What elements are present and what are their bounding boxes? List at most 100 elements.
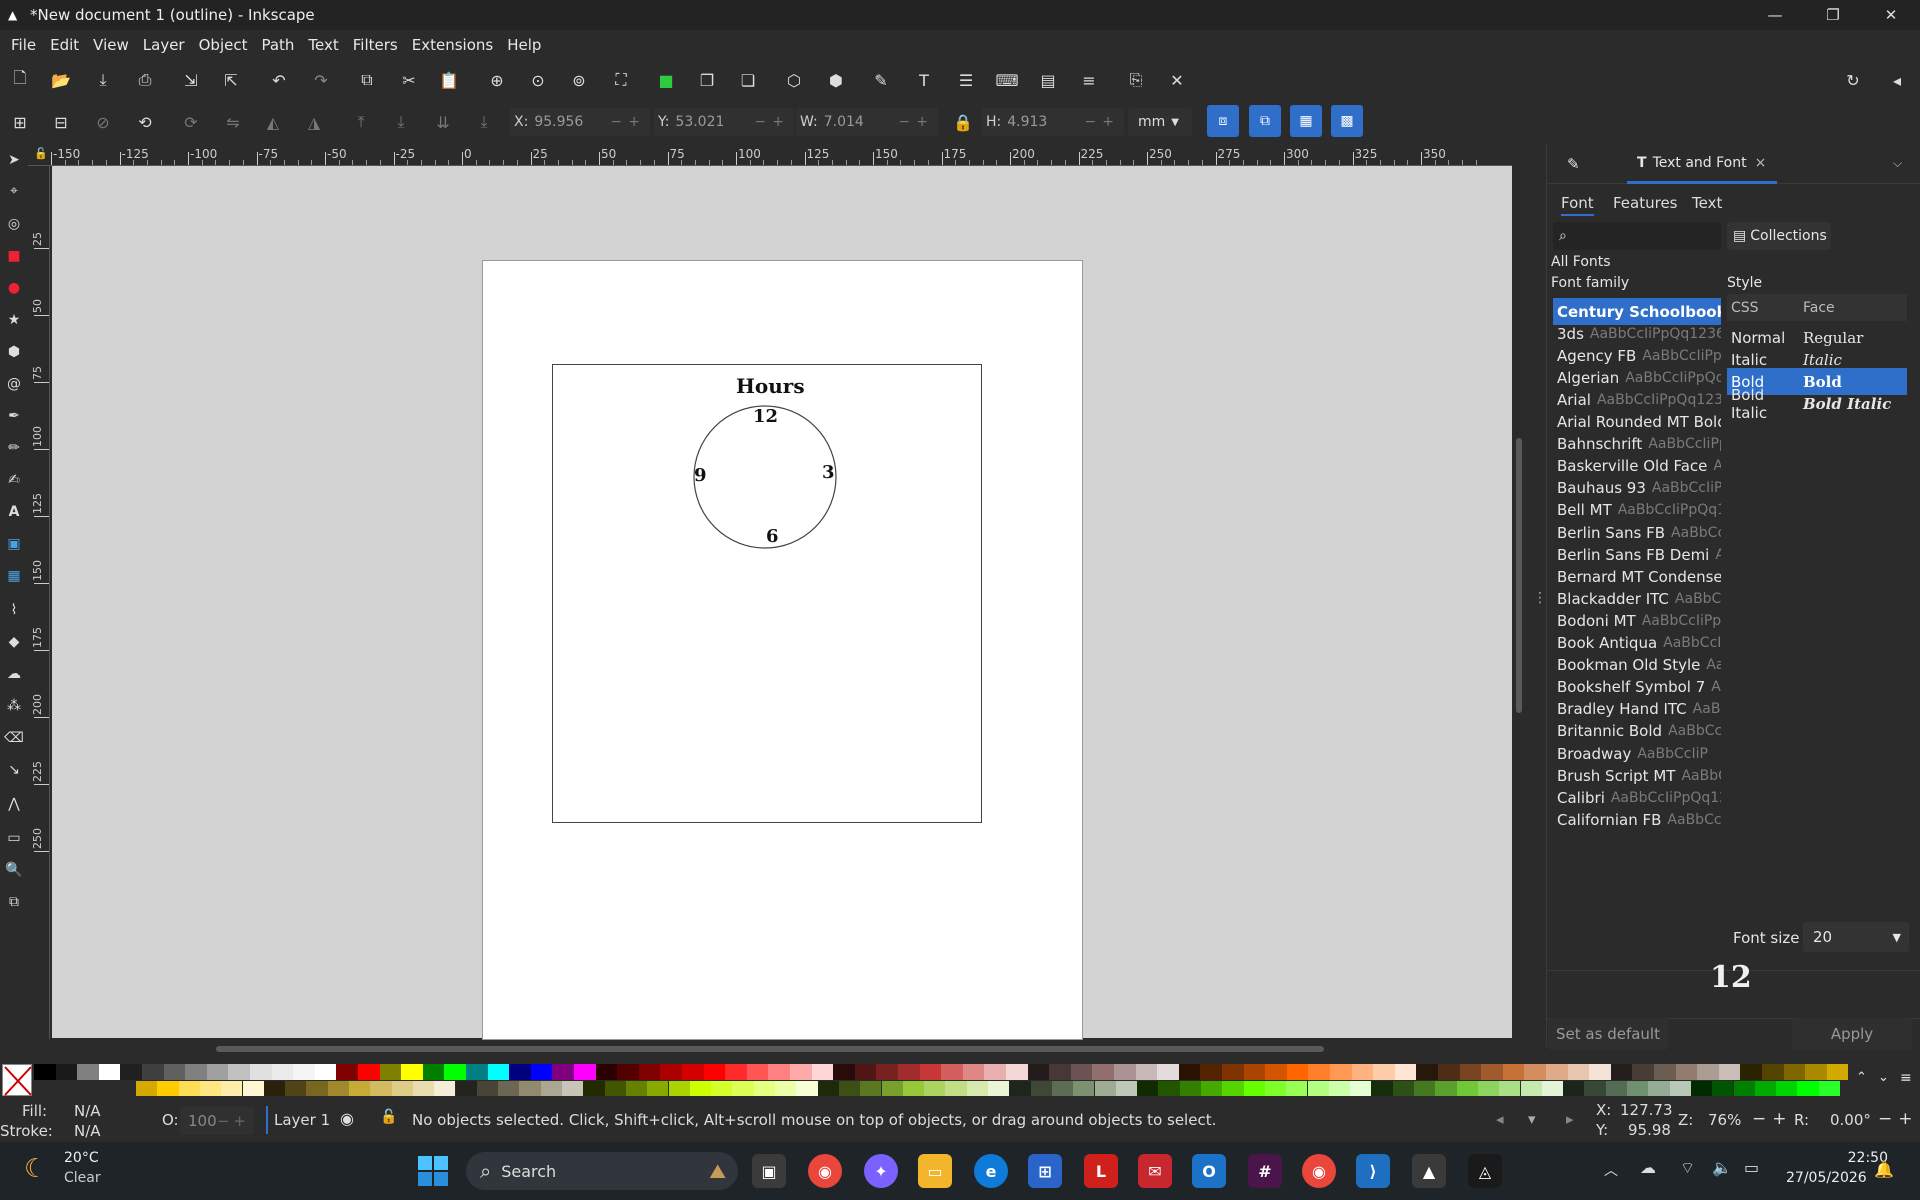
color-swatch[interactable]: [1286, 1081, 1308, 1096]
mesh-tool-icon[interactable]: ▦: [4, 566, 24, 586]
no-paint-swatch[interactable]: [2, 1064, 32, 1096]
flip-horizontal-icon[interactable]: ⇋: [222, 111, 244, 133]
clone-icon[interactable]: ❐: [696, 69, 718, 91]
color-swatch[interactable]: [349, 1081, 371, 1096]
color-swatch[interactable]: [668, 1081, 690, 1096]
fill-stroke-tab-icon[interactable]: ✎: [1567, 155, 1580, 173]
zoom-value[interactable]: 76%: [1708, 1111, 1741, 1129]
battery-icon[interactable]: ▭: [1744, 1158, 1759, 1177]
color-swatch[interactable]: [898, 1064, 920, 1080]
raise-icon[interactable]: ⤒: [350, 111, 372, 133]
color-swatch[interactable]: [962, 1064, 985, 1080]
volume-icon[interactable]: 🔈: [1712, 1158, 1732, 1177]
color-swatch[interactable]: [157, 1081, 179, 1096]
opacity-stepper-icon[interactable]: −+: [217, 1112, 250, 1130]
color-swatch[interactable]: [988, 1081, 1010, 1096]
menu-edit[interactable]: Edit: [43, 36, 86, 54]
vertical-ruler[interactable]: 25 50 75 100 125 150 175 200 225 250: [28, 166, 50, 1039]
color-swatch[interactable]: [1589, 1064, 1611, 1080]
menu-layer[interactable]: Layer: [136, 36, 192, 54]
tab-text-and-font[interactable]: T Text and Font ×: [1627, 144, 1777, 184]
color-swatch[interactable]: [1222, 1081, 1244, 1096]
color-swatch[interactable]: [1456, 1081, 1478, 1096]
color-swatch[interactable]: [476, 1081, 499, 1096]
color-swatch[interactable]: [775, 1081, 797, 1096]
taskbar-search-box[interactable]: ⌕ Search ⛰: [466, 1152, 738, 1190]
fill-value[interactable]: N/A: [74, 1102, 101, 1120]
color-swatch[interactable]: [1222, 1064, 1244, 1080]
font-size-select[interactable]: 20 ▼: [1803, 922, 1909, 952]
color-swatch[interactable]: [1502, 1064, 1525, 1080]
lower-icon[interactable]: ⤓: [390, 111, 412, 133]
color-swatch[interactable]: [790, 1064, 812, 1080]
select-all-layers-icon[interactable]: ⊟: [50, 111, 72, 133]
xml-editor-icon[interactable]: ⌨: [995, 69, 1018, 91]
color-swatch[interactable]: [1524, 1064, 1546, 1080]
color-swatch[interactable]: [1094, 1081, 1116, 1096]
vscode-icon[interactable]: ⟩: [1356, 1154, 1390, 1188]
color-swatch[interactable]: [142, 1064, 164, 1080]
color-swatch[interactable]: [617, 1064, 639, 1080]
ungroup-icon[interactable]: ⬢: [825, 69, 847, 91]
color-swatch[interactable]: [1669, 1081, 1691, 1096]
height-field[interactable]: H: 4.913 −+: [982, 108, 1124, 136]
group-icon[interactable]: ⬡: [783, 69, 805, 91]
slack-icon[interactable]: #: [1248, 1154, 1282, 1188]
color-swatch[interactable]: [1435, 1081, 1457, 1096]
clock-number-6[interactable]: 6: [766, 526, 779, 547]
color-swatch[interactable]: [854, 1064, 877, 1080]
color-swatch[interactable]: [271, 1064, 294, 1080]
color-swatch[interactable]: [509, 1064, 531, 1080]
color-swatch[interactable]: [178, 1081, 200, 1096]
color-swatch[interactable]: [746, 1064, 769, 1080]
color-swatch[interactable]: [860, 1081, 882, 1096]
color-swatch[interactable]: [647, 1081, 669, 1096]
apply-button[interactable]: Apply: [1792, 1018, 1912, 1050]
fill-stroke-icon[interactable]: ✎: [870, 69, 892, 91]
color-swatch[interactable]: [285, 1081, 307, 1096]
color-swatch[interactable]: [1438, 1064, 1460, 1080]
menu-path[interactable]: Path: [254, 36, 301, 54]
color-swatch[interactable]: [1179, 1081, 1201, 1096]
move-patterns-button[interactable]: ▩: [1331, 105, 1363, 137]
lpe-tool-icon[interactable]: ⋀: [4, 794, 24, 814]
color-swatch[interactable]: [1481, 1064, 1503, 1080]
color-swatch[interactable]: [98, 1064, 121, 1080]
w-stepper-icon[interactable]: −+: [899, 114, 934, 130]
copy-icon[interactable]: ⧉: [356, 69, 378, 91]
color-swatch[interactable]: [228, 1064, 250, 1080]
color-swatch[interactable]: [1520, 1081, 1542, 1096]
snap-icon[interactable]: ↻: [1842, 69, 1864, 91]
color-swatch[interactable]: [941, 1064, 963, 1080]
rectangle-tool-icon[interactable]: ■: [4, 246, 24, 266]
color-swatch[interactable]: [660, 1064, 682, 1080]
color-swatch[interactable]: [796, 1081, 818, 1096]
rotate-cw-icon[interactable]: ⟳: [180, 111, 202, 133]
collections-button[interactable]: ▤ Collections: [1727, 222, 1831, 250]
align-distribute-icon[interactable]: ≡: [1078, 69, 1100, 91]
color-swatch[interactable]: [1632, 1064, 1654, 1080]
color-swatch[interactable]: [966, 1081, 988, 1096]
measure-tool-icon[interactable]: ⧉: [4, 892, 24, 912]
color-swatch[interactable]: [206, 1064, 229, 1080]
subtab-features[interactable]: Features: [1613, 194, 1678, 212]
color-swatch[interactable]: [945, 1081, 967, 1096]
color-swatch[interactable]: [1776, 1081, 1798, 1096]
menu-file[interactable]: File: [4, 36, 43, 54]
prev-icon[interactable]: ◂: [1496, 1110, 1504, 1128]
clock-date[interactable]: 27/05/2026: [1786, 1170, 1867, 1186]
color-swatch[interactable]: [1712, 1081, 1734, 1096]
color-swatch[interactable]: [1328, 1081, 1351, 1096]
color-swatch[interactable]: [625, 1081, 648, 1096]
color-swatch[interactable]: [444, 1064, 466, 1080]
stroke-value[interactable]: N/A: [74, 1122, 101, 1140]
spiral-tool-icon[interactable]: @: [4, 374, 24, 394]
hours-title-text[interactable]: Hours: [736, 374, 805, 398]
undo-icon[interactable]: ↶: [268, 69, 290, 91]
y-stepper-icon[interactable]: −+: [755, 114, 790, 130]
palette-menu-icon[interactable]: ≡: [1900, 1070, 1912, 1086]
color-swatch[interactable]: [1350, 1081, 1372, 1096]
chrome-icon[interactable]: ◉: [808, 1154, 842, 1188]
layers-icon[interactable]: ☰: [955, 69, 977, 91]
color-swatch[interactable]: [1265, 1064, 1287, 1080]
